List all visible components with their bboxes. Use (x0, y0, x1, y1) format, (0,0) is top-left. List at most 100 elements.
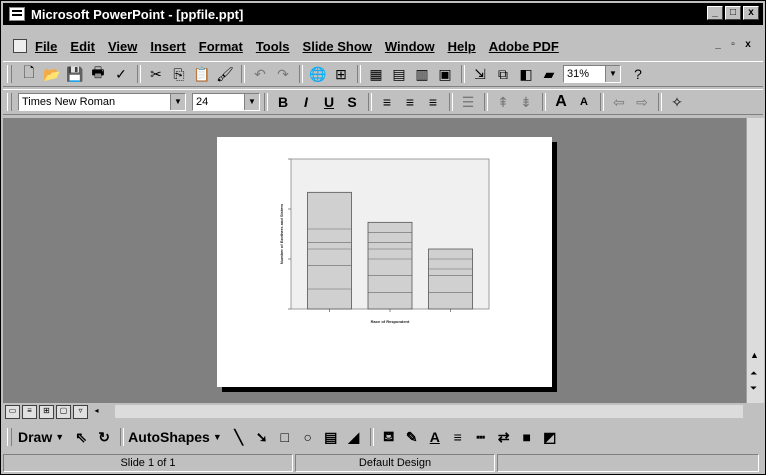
vertical-scrollbar[interactable]: ▲ ⏶ ⏷ (746, 118, 764, 403)
italic-button[interactable]: I (295, 92, 317, 112)
line-icon[interactable]: ╲ (228, 427, 250, 447)
insert-chart-icon[interactable]: ▥ (411, 64, 433, 84)
font-size-select[interactable]: 24 ▼ (192, 93, 260, 111)
toolbar-grip[interactable] (7, 65, 12, 83)
menu-adobe-pdf[interactable]: Adobe PDF (489, 39, 559, 54)
increase-font-size-icon[interactable]: A (550, 92, 572, 112)
draw-dropdown-icon[interactable]: ▼ (55, 432, 64, 442)
scroll-up-icon[interactable]: ▲ (750, 350, 759, 360)
cut-icon[interactable]: ✂ (145, 64, 167, 84)
increase-paragraph-spacing-icon[interactable]: ⇞ (492, 92, 514, 112)
menu-file[interactable]: File (35, 39, 57, 54)
font-color-icon[interactable]: A (424, 427, 446, 447)
wordart-icon[interactable]: ◢ (343, 427, 365, 447)
close-button[interactable]: x (743, 6, 759, 20)
select-objects-icon[interactable]: ⇖ (70, 427, 92, 447)
menu-window[interactable]: Window (385, 39, 435, 54)
bar (307, 191, 352, 310)
slide-sorter-icon[interactable]: ⊞ (39, 404, 54, 419)
grayscale-icon[interactable]: ◧ (515, 64, 537, 84)
expand-all-icon[interactable]: ⇲ (469, 64, 491, 84)
scroll-left-icon[interactable]: ◂ (90, 406, 103, 418)
print-icon[interactable]: 🖶 (87, 64, 109, 84)
menu-slide-show[interactable]: Slide Show (303, 39, 372, 54)
align-left-icon[interactable]: ≡ (376, 92, 398, 112)
spelling-icon[interactable]: ✓ (110, 64, 132, 84)
open-icon[interactable]: 📂 (41, 64, 63, 84)
horizontal-scrollbar[interactable] (115, 405, 743, 418)
underline-button[interactable]: U (318, 92, 340, 112)
animation-effects-icon[interactable]: ✧ (666, 92, 688, 112)
undo-icon[interactable]: ↶ (249, 64, 271, 84)
normal-view-icon[interactable]: ▭ (5, 404, 20, 419)
zoom-dropdown-icon[interactable]: ▼ (605, 66, 620, 82)
format-painter-icon[interactable]: 🖌 (214, 64, 236, 84)
insert-clipart-icon[interactable]: ▣ (434, 64, 456, 84)
autoshapes-menu[interactable]: AutoShapes (128, 429, 210, 445)
bullets-icon[interactable]: ☰ (457, 92, 479, 112)
menu-view[interactable]: View (108, 39, 137, 54)
notes-view-icon[interactable]: ▢ (56, 404, 71, 419)
line-color-icon[interactable]: ✎ (401, 427, 423, 447)
decrease-font-size-icon[interactable]: A (573, 92, 595, 112)
oval-icon[interactable]: ○ (297, 427, 319, 447)
insert-table-icon[interactable]: ▦ (365, 64, 387, 84)
bar-chart[interactable]: Race of Respondent Number of Brothers and… (217, 137, 552, 387)
save-icon[interactable]: 💾 (64, 64, 86, 84)
outline-view-icon[interactable]: ≡ (22, 404, 37, 419)
font-dropdown-icon[interactable]: ▼ (170, 94, 185, 110)
arrow-style-icon[interactable]: ⇄ (493, 427, 515, 447)
next-slide-icon[interactable]: ⏷ (750, 383, 757, 394)
new-icon[interactable]: 🗋 (18, 64, 40, 84)
zoom-select[interactable]: 31% ▼ (563, 65, 621, 83)
show-formatting-icon[interactable]: ⧉ (492, 64, 514, 84)
help-icon[interactable]: ? (627, 64, 649, 84)
text-box-icon[interactable]: ▤ (320, 427, 342, 447)
maximize-button[interactable]: □ (725, 6, 741, 20)
dash-style-icon[interactable]: ┅ (470, 427, 492, 447)
font-select[interactable]: Times New Roman ▼ (18, 93, 186, 111)
decrease-paragraph-spacing-icon[interactable]: ⇟ (515, 92, 537, 112)
menu-tools[interactable]: Tools (256, 39, 290, 54)
toolbar-grip[interactable] (7, 93, 12, 111)
paste-icon[interactable]: 📋 (191, 64, 213, 84)
align-right-icon[interactable]: ≡ (422, 92, 444, 112)
autoshapes-dropdown-icon[interactable]: ▼ (213, 432, 222, 442)
doc-close-button[interactable]: x (741, 38, 755, 52)
line-style-icon[interactable]: ≡ (447, 427, 469, 447)
slide[interactable]: Race of Respondent Number of Brothers and… (217, 137, 552, 387)
shadow-button[interactable]: S (341, 92, 363, 112)
menu-insert[interactable]: Insert (150, 39, 185, 54)
new-slide-icon[interactable]: ▰ (538, 64, 560, 84)
title-bar[interactable]: Microsoft PowerPoint - [ppfile.ppt] _ □ … (3, 3, 763, 25)
doc-minimize-button[interactable]: _ (711, 38, 725, 52)
rectangle-icon[interactable]: □ (274, 427, 296, 447)
powerpoint-app-icon[interactable] (9, 7, 25, 21)
tables-borders-icon[interactable]: ⊞ (330, 64, 352, 84)
menu-format[interactable]: Format (199, 39, 243, 54)
font-size-dropdown-icon[interactable]: ▼ (244, 94, 259, 110)
copy-icon[interactable]: ⎘ (168, 64, 190, 84)
menu-edit[interactable]: Edit (70, 39, 95, 54)
minimize-button[interactable]: _ (707, 6, 723, 20)
menu-help[interactable]: Help (448, 39, 476, 54)
arrow-icon[interactable]: ➘ (251, 427, 273, 447)
hyperlink-icon[interactable]: 🌐 (307, 64, 329, 84)
document-icon[interactable] (13, 39, 27, 53)
insert-excel-icon[interactable]: ▤ (388, 64, 410, 84)
draw-menu[interactable]: Draw (18, 429, 52, 445)
slide-show-icon[interactable]: ▿ (73, 404, 88, 419)
menu-bar: File Edit View Insert Format Tools Slide… (3, 35, 763, 57)
shadow-icon[interactable]: ■ (516, 427, 538, 447)
bold-button[interactable]: B (272, 92, 294, 112)
redo-icon[interactable]: ↷ (272, 64, 294, 84)
promote-icon[interactable]: ⇦ (608, 92, 630, 112)
doc-restore-button[interactable]: ▫ (726, 38, 740, 52)
3d-icon[interactable]: ◩ (539, 427, 561, 447)
toolbar-grip[interactable] (7, 428, 12, 446)
demote-icon[interactable]: ⇨ (631, 92, 653, 112)
align-center-icon[interactable]: ≡ (399, 92, 421, 112)
fill-color-icon[interactable]: ⛾ (378, 427, 400, 447)
free-rotate-icon[interactable]: ↻ (93, 427, 115, 447)
prev-slide-icon[interactable]: ⏶ (750, 368, 757, 379)
